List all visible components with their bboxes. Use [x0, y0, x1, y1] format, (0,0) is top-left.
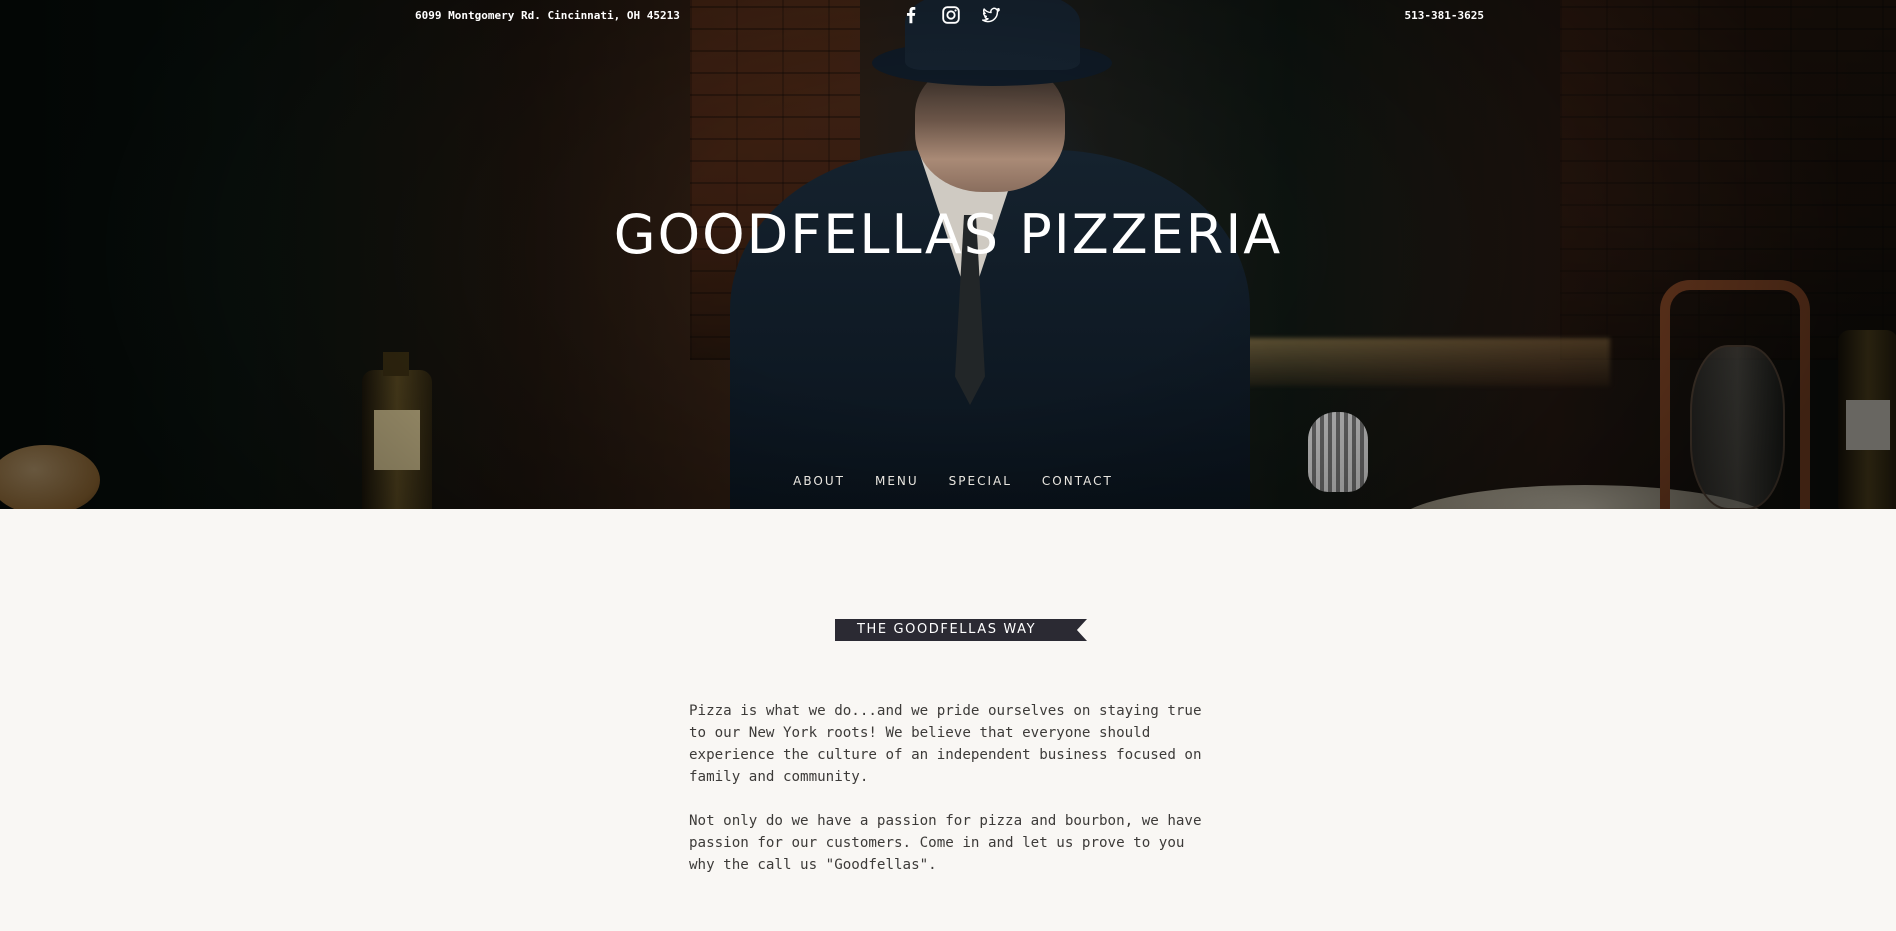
main-nav: ABOUT MENU SPECIAL CONTACT: [0, 474, 1896, 488]
instagram-icon: [942, 6, 960, 24]
section-ribbon: THE GOODFELLAS WAY: [835, 619, 1087, 641]
twitter-icon: [982, 7, 1000, 23]
instagram-link[interactable]: [940, 4, 962, 26]
twitter-link[interactable]: [980, 4, 1002, 26]
facebook-link[interactable]: [900, 4, 922, 26]
site-title: GOODFELLAS PIZZERIA: [613, 203, 1283, 266]
facebook-icon: [906, 7, 916, 24]
hero-banner: 6099 Montgomery Rd. Cincinnati, OH 45213…: [0, 0, 1896, 509]
nav-menu[interactable]: MENU: [875, 474, 919, 488]
social-links: [900, 4, 1002, 26]
nav-contact[interactable]: CONTACT: [1042, 474, 1113, 488]
nav-about[interactable]: ABOUT: [793, 474, 845, 488]
nav-special[interactable]: SPECIAL: [949, 474, 1012, 488]
about-paragraph: Not only do we have a passion for pizza …: [689, 813, 1202, 873]
phone-number[interactable]: 513-381-3625: [1405, 9, 1484, 22]
about-copy: Pizza is what we do...and we pride ourse…: [689, 700, 1209, 898]
about-paragraph: Pizza is what we do...and we pride ourse…: [689, 703, 1202, 785]
address-text: 6099 Montgomery Rd. Cincinnati, OH 45213: [415, 9, 680, 22]
